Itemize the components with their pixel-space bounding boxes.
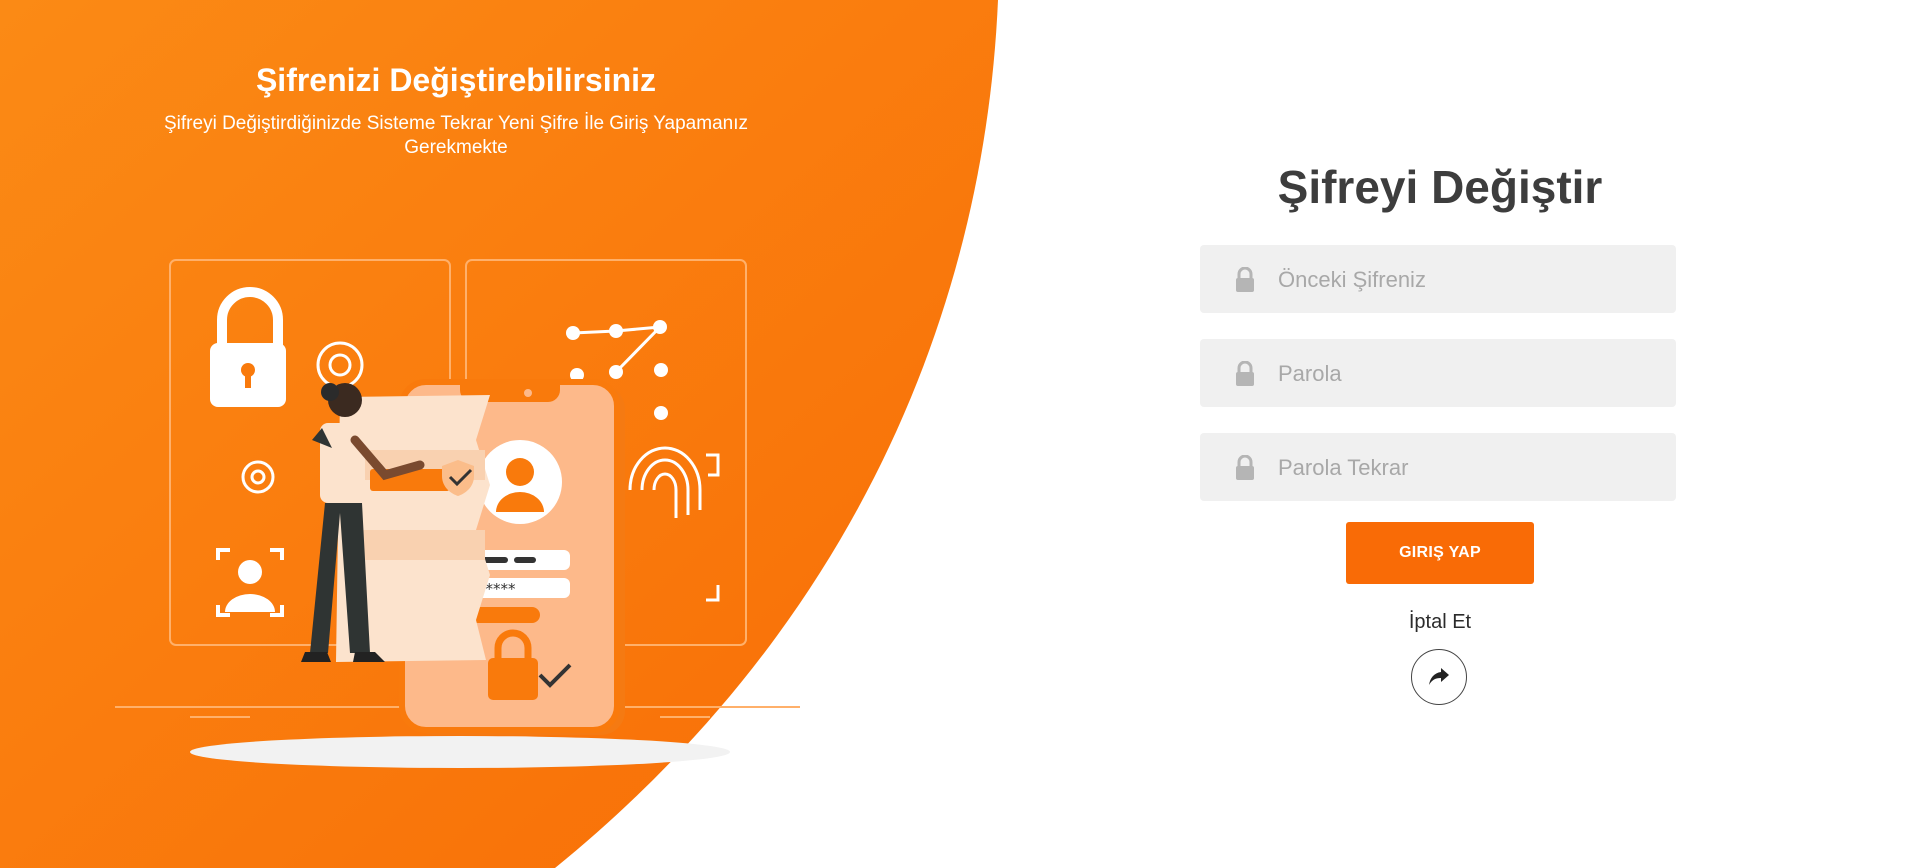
info-subtitle: Şifreyi Değiştirdiğinizde Sisteme Tekrar… <box>164 113 748 158</box>
submit-button[interactable]: GIRIŞ YAP <box>1346 522 1534 584</box>
lock-icon <box>1236 455 1254 480</box>
password-field[interactable] <box>1200 339 1676 409</box>
cancel-link[interactable]: İptal Et <box>1200 611 1680 634</box>
info-title: Şifrenizi Değiştirebilirsiniz <box>255 62 657 98</box>
old-password-input[interactable] <box>1276 245 1660 315</box>
info-panel: Şifrenizi Değiştirebilirsiniz Şifreyi De… <box>0 0 920 868</box>
lock-icon <box>1236 267 1254 292</box>
lock-icon <box>1236 361 1254 386</box>
security-illustration: ***** <box>115 259 800 768</box>
form-title: Şifreyi Değiştir <box>1277 161 1603 213</box>
password-input[interactable] <box>1276 339 1660 409</box>
password-repeat-input[interactable] <box>1276 433 1660 503</box>
share-arrow-icon <box>1429 668 1449 685</box>
old-password-field[interactable] <box>1200 245 1676 315</box>
share-button[interactable] <box>1411 649 1467 705</box>
padlock-icon <box>210 287 286 407</box>
change-password-form: Şifreyi Değiştir GIRIŞ YAP İptal Et <box>1200 0 1680 868</box>
password-repeat-field[interactable] <box>1200 433 1676 503</box>
